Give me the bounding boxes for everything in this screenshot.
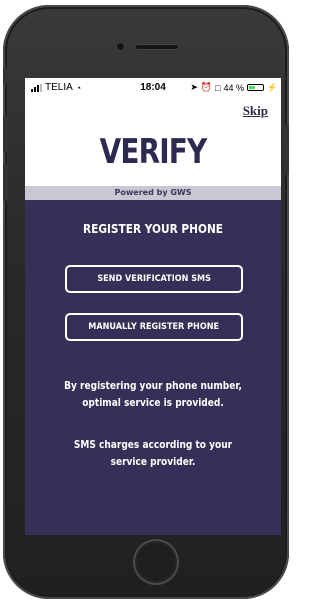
location-arrow-icon: ➤ [190, 82, 198, 92]
screen-mirroring-icon: □ [215, 82, 221, 93]
sms-charges-text: SMS charges according to your service pr… [73, 439, 233, 468]
manually-register-phone-button[interactable]: MANUALLY REGISTER PHONE [65, 313, 243, 341]
mute-switch [3, 67, 8, 85]
skip-link[interactable]: Skip [243, 103, 268, 119]
home-button[interactable] [133, 539, 179, 585]
charging-icon: ⚡ [267, 83, 277, 92]
front-camera [116, 42, 125, 51]
page-title: VERIFY [99, 132, 208, 172]
info-text: By registering your phone number, optima… [64, 380, 242, 409]
status-bar: TELIA ◔ 18:04 ➤ ⏰ □ 44 % ⚡ [25, 78, 281, 98]
send-verification-sms-button[interactable]: SEND VERIFICATION SMS [65, 265, 243, 293]
powered-by-banner: Powered by GWS [25, 186, 281, 200]
app-screen: TELIA ◔ 18:04 ➤ ⏰ □ 44 % ⚡ Skip VERIFY P… [25, 78, 281, 535]
battery-percent: 44 % [223, 82, 245, 93]
alarm-icon: ⏰ [200, 82, 213, 92]
send-sms-label: SEND VERIFICATION SMS [97, 274, 211, 284]
earpiece-speaker [135, 44, 179, 50]
battery-icon [247, 84, 265, 91]
volume-up-button [3, 115, 8, 153]
manual-register-label: MANUALLY REGISTER PHONE [88, 322, 220, 332]
power-button [284, 125, 289, 175]
header: Skip VERIFY [25, 98, 281, 186]
section-title: REGISTER YOUR PHONE [82, 222, 224, 236]
volume-down-button [3, 163, 8, 201]
